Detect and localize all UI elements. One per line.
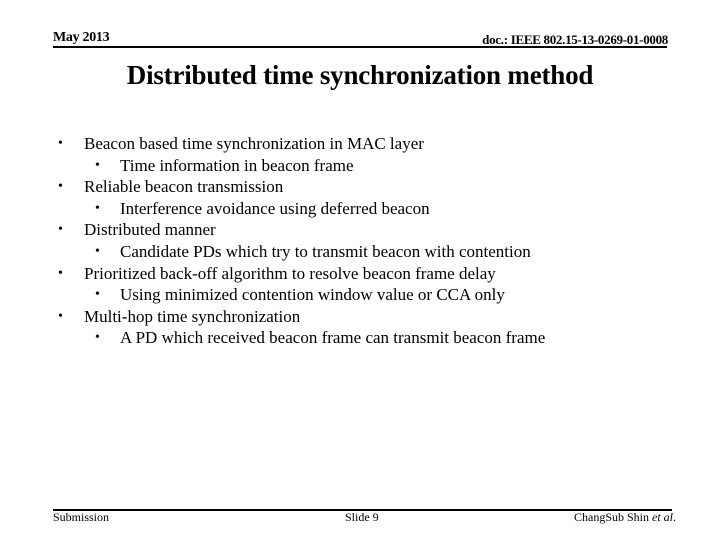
slide-title: Distributed time synchronization method [126,60,594,90]
bullet-item: • Reliable beacon transmission [0,176,720,198]
bullet-item: • Multi-hop time synchronization [0,306,720,328]
bullet-text: Time information in beacon frame [120,155,354,175]
footer-author: ChangSub Shin et al. [574,510,676,525]
footer-submission: Submission [53,510,110,524]
bullet-dot-icon: • [58,179,63,195]
author-etal: et al [652,510,673,524]
bullet-item: • Distributed manner [0,219,720,241]
sub-bullet-item: • Candidate PDs which try to transmit bea… [0,241,720,263]
bullet-text: A PD which received beacon frame can tra… [120,328,546,348]
bullet-dot-icon: • [58,308,63,324]
bullet-dot-icon: • [58,222,63,238]
header-date: May 2013 [53,30,110,45]
bullet-text: Using minimized contention window value … [120,285,505,305]
header-divider [53,46,667,48]
bullet-list: • Beacon based time synchronization in MA… [0,133,720,349]
bullet-dot-icon: • [95,243,100,259]
bullet-dot-icon: • [95,287,100,303]
sub-bullet-item: • A PD which received beacon frame can tr… [0,327,720,349]
bullet-text: Distributed manner [84,220,216,240]
bullet-item: • Beacon based time synchronization in MA… [0,133,720,155]
sub-bullet-item: • Interference avoidance using deferred b… [0,198,720,220]
author-period: . [673,510,676,524]
bullet-text: Beacon based time synchronization in MAC… [84,134,424,153]
author-name: ChangSub Shin [573,510,649,524]
bullet-text: Multi-hop time synchronization [84,306,301,326]
sub-bullet-item: • Using minimized contention window value… [0,284,720,306]
bullet-dot-icon: • [58,136,63,151]
sub-bullet-item: • Time information in beacon frame [0,155,720,177]
bullet-text: Prioritized back-off algorithm to resolv… [84,263,496,283]
footer-slide-number: Slide 9 [345,510,379,524]
bullet-text: Interference avoidance using deferred be… [120,198,430,218]
bullet-dot-icon: • [95,157,100,173]
bullet-text: Reliable beacon transmission [84,177,284,197]
bullet-item: • Prioritized back-off algorithm to resol… [0,263,720,285]
bullet-text: Candidate PDs which try to transmit beac… [120,241,531,261]
bullet-dot-icon: • [95,200,100,216]
bullet-dot-icon: • [95,330,100,346]
bullet-dot-icon: • [58,265,63,281]
